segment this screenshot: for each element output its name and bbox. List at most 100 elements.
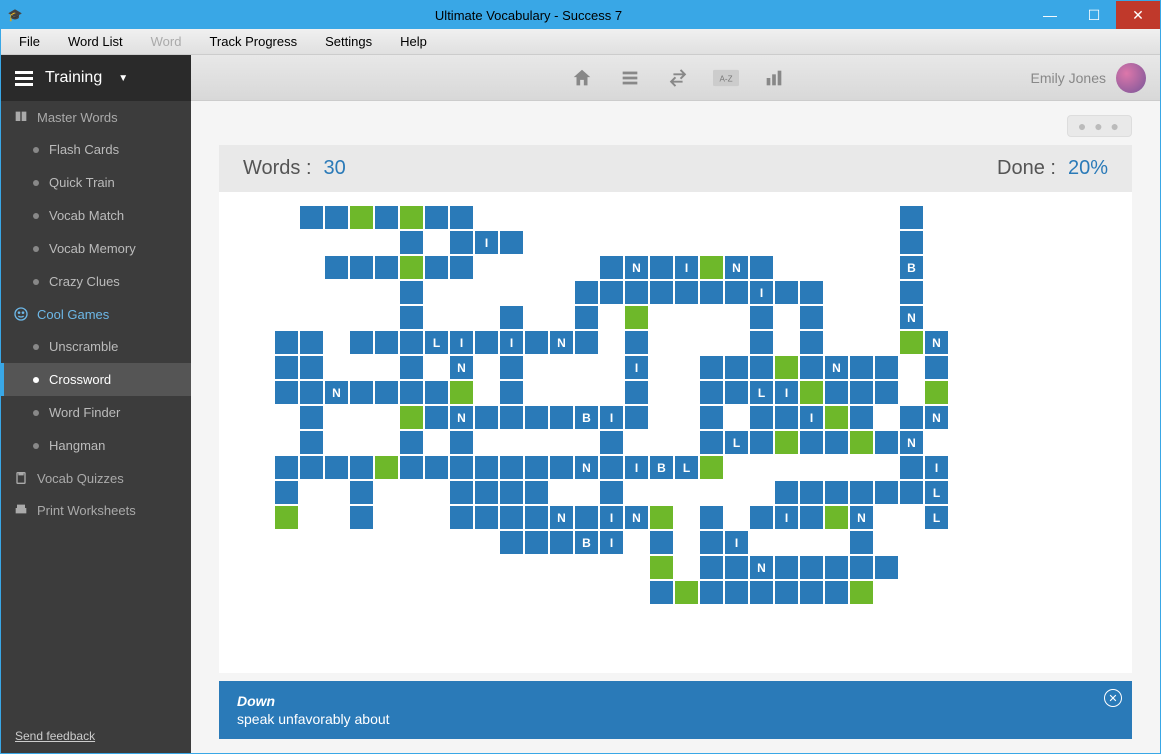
crossword-cell[interactable] — [500, 531, 523, 554]
crossword-cell[interactable] — [400, 256, 423, 279]
crossword-cell[interactable]: N — [725, 256, 748, 279]
crossword-cell[interactable]: N — [850, 506, 873, 529]
crossword-cell[interactable] — [750, 581, 773, 604]
avatar[interactable] — [1116, 63, 1146, 93]
crossword-cell[interactable] — [800, 306, 823, 329]
crossword-cell[interactable] — [600, 456, 623, 479]
crossword-cell[interactable] — [700, 406, 723, 429]
sidebar-group-master-words[interactable]: Master Words — [1, 101, 191, 133]
send-feedback-link[interactable]: Send feedback — [15, 729, 95, 743]
crossword-cell[interactable] — [500, 356, 523, 379]
crossword-cell[interactable]: I — [675, 256, 698, 279]
crossword-cell[interactable] — [700, 281, 723, 304]
crossword-cell[interactable] — [450, 231, 473, 254]
sidebar-item-flash-cards[interactable]: Flash Cards — [1, 133, 191, 166]
crossword-cell[interactable] — [600, 256, 623, 279]
crossword-cell[interactable] — [475, 481, 498, 504]
crossword-cell[interactable] — [850, 431, 873, 454]
crossword-cell[interactable] — [875, 356, 898, 379]
crossword-cell[interactable] — [700, 381, 723, 404]
home-icon[interactable] — [568, 64, 596, 92]
crossword-cell[interactable] — [350, 381, 373, 404]
crossword-cell[interactable] — [525, 531, 548, 554]
crossword-cell[interactable]: N — [550, 506, 573, 529]
crossword-cell[interactable] — [550, 456, 573, 479]
crossword-cell[interactable] — [350, 506, 373, 529]
crossword-cell[interactable] — [450, 481, 473, 504]
crossword-cell[interactable] — [850, 531, 873, 554]
crossword-cell[interactable] — [400, 331, 423, 354]
crossword-cell[interactable]: L — [675, 456, 698, 479]
hamburger-icon[interactable] — [15, 71, 33, 86]
crossword-cell[interactable] — [600, 281, 623, 304]
crossword-cell[interactable]: N — [750, 556, 773, 579]
menu-word-list[interactable]: Word List — [56, 30, 135, 53]
crossword-cell[interactable]: N — [450, 356, 473, 379]
crossword-cell[interactable] — [800, 281, 823, 304]
crossword-cell[interactable] — [550, 406, 573, 429]
crossword-cell[interactable] — [750, 306, 773, 329]
crossword-cell[interactable] — [800, 481, 823, 504]
crossword-cell[interactable]: L — [925, 506, 948, 529]
chart-icon[interactable] — [760, 64, 788, 92]
crossword-cell[interactable] — [275, 381, 298, 404]
crossword-cell[interactable] — [700, 506, 723, 529]
crossword-cell[interactable] — [450, 206, 473, 229]
crossword-cell[interactable] — [350, 331, 373, 354]
crossword-cell[interactable] — [450, 431, 473, 454]
crossword-cell[interactable] — [725, 356, 748, 379]
crossword-cell[interactable] — [750, 406, 773, 429]
crossword-cell[interactable] — [750, 256, 773, 279]
crossword-cell[interactable]: I — [500, 331, 523, 354]
menu-settings[interactable]: Settings — [313, 30, 384, 53]
crossword-cell[interactable] — [775, 481, 798, 504]
crossword-cell[interactable] — [725, 556, 748, 579]
crossword-cell[interactable] — [400, 231, 423, 254]
crossword-cell[interactable] — [300, 331, 323, 354]
swap-icon[interactable] — [664, 64, 692, 92]
crossword-cell[interactable] — [525, 481, 548, 504]
crossword-cell[interactable] — [650, 556, 673, 579]
crossword-cell[interactable] — [775, 281, 798, 304]
crossword-cell[interactable]: B — [900, 256, 923, 279]
crossword-cell[interactable] — [750, 331, 773, 354]
crossword-cell[interactable] — [450, 506, 473, 529]
crossword-cell[interactable] — [400, 356, 423, 379]
crossword-cell[interactable] — [700, 531, 723, 554]
crossword-cell[interactable] — [425, 406, 448, 429]
crossword-cell[interactable] — [400, 306, 423, 329]
crossword-cell[interactable] — [475, 406, 498, 429]
crossword-cell[interactable] — [925, 381, 948, 404]
crossword-cell[interactable] — [800, 331, 823, 354]
crossword-cell[interactable] — [325, 206, 348, 229]
crossword-cell[interactable] — [475, 506, 498, 529]
crossword-cell[interactable] — [900, 481, 923, 504]
crossword-cell[interactable] — [275, 456, 298, 479]
crossword-cell[interactable]: L — [725, 431, 748, 454]
crossword-cell[interactable] — [350, 481, 373, 504]
crossword-cell[interactable] — [850, 581, 873, 604]
crossword-cell[interactable] — [400, 281, 423, 304]
crossword-cell[interactable] — [775, 556, 798, 579]
crossword-cell[interactable] — [800, 556, 823, 579]
crossword-cell[interactable]: N — [925, 406, 948, 429]
crossword-cell[interactable]: N — [825, 356, 848, 379]
crossword-cell[interactable] — [500, 231, 523, 254]
maximize-button[interactable]: ☐ — [1072, 1, 1116, 29]
crossword-cell[interactable] — [825, 381, 848, 404]
crossword-cell[interactable] — [825, 506, 848, 529]
crossword-cell[interactable] — [275, 331, 298, 354]
crossword-cell[interactable]: N — [575, 456, 598, 479]
menu-file[interactable]: File — [7, 30, 52, 53]
crossword-cell[interactable] — [825, 481, 848, 504]
crossword-cell[interactable] — [850, 406, 873, 429]
crossword-cell[interactable] — [525, 331, 548, 354]
crossword-cell[interactable]: I — [775, 381, 798, 404]
crossword-cell[interactable] — [775, 356, 798, 379]
crossword-cell[interactable] — [500, 456, 523, 479]
sidebar-item-vocab-memory[interactable]: Vocab Memory — [1, 232, 191, 265]
sidebar-group-vocab-quizzes[interactable]: Vocab Quizzes — [1, 462, 191, 494]
crossword-cell[interactable] — [475, 331, 498, 354]
crossword-cell[interactable] — [725, 281, 748, 304]
crossword-cell[interactable] — [425, 206, 448, 229]
